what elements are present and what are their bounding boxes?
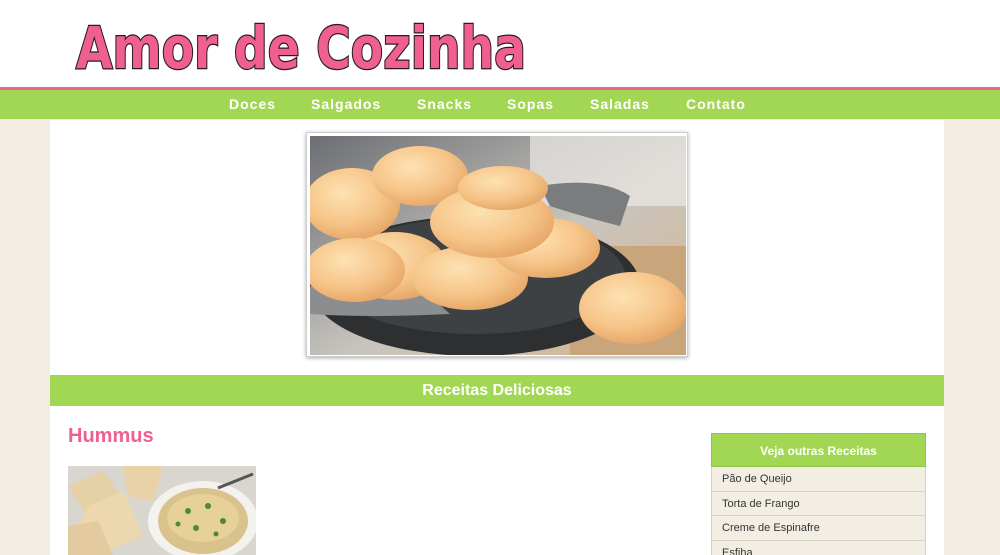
nav-item-salgados[interactable]: Salgados	[311, 96, 381, 112]
post-title[interactable]: Hummus	[68, 425, 154, 448]
sidebar-item-torta-de-frango[interactable]: Torta de Frango	[711, 491, 926, 516]
sidebar-heading: Veja outras Receitas	[711, 433, 926, 467]
nav-item-sopas[interactable]: Sopas	[507, 96, 554, 112]
site-logo[interactable]: Amor de Cozinha	[74, 4, 534, 82]
main-content: Receitas Deliciosas Hummus Veja outras R…	[50, 120, 944, 555]
nav-item-doces[interactable]: Doces	[229, 96, 276, 112]
nav-item-snacks[interactable]: Snacks	[417, 96, 472, 112]
hero-image-frame	[306, 132, 688, 357]
site-title: Amor de Cozinha	[76, 14, 526, 82]
sidebar-item-esfiha[interactable]: Esfiha	[711, 540, 926, 555]
sidebar-item-creme-de-espinafre[interactable]: Creme de Espinafre	[711, 516, 926, 541]
sidebar-recipes: Veja outras Receitas Pão de Queijo Torta…	[711, 433, 926, 555]
main-nav: Doces Salgados Snacks Sopas Saladas Cont…	[0, 90, 1000, 119]
section-banner: Receitas Deliciosas	[50, 375, 944, 406]
nav-item-saladas[interactable]: Saladas	[590, 96, 650, 112]
hummus-photo	[68, 466, 256, 555]
hero-image	[310, 136, 686, 355]
site-header: Amor de Cozinha	[0, 0, 1000, 87]
nav-item-contato[interactable]: Contato	[686, 96, 746, 112]
sidebar-item-pao-de-queijo[interactable]: Pão de Queijo	[711, 467, 926, 492]
post-image[interactable]	[68, 466, 256, 555]
